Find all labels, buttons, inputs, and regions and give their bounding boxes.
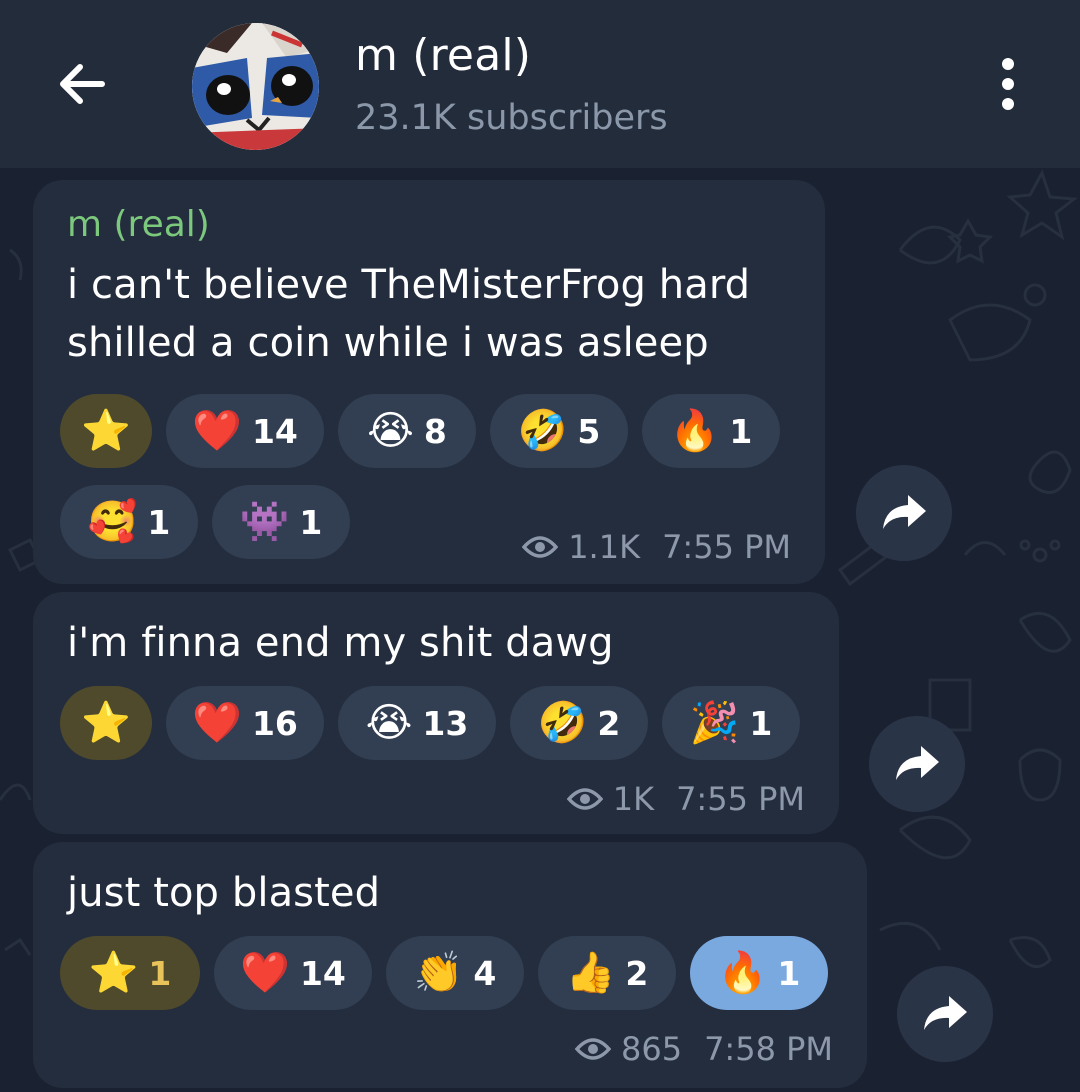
reaction-rofl[interactable]: 🤣 5 [490, 394, 628, 468]
channel-title[interactable]: m (real) [355, 30, 531, 81]
fire-icon: 🔥 [669, 408, 720, 454]
reaction-count: 1 [299, 502, 323, 542]
smiling-hearts-icon: 🥰 [87, 499, 138, 545]
reaction-crying[interactable]: 😭 13 [338, 686, 496, 760]
party-popper-icon: 🎉 [689, 700, 740, 746]
reaction-count: 13 [422, 703, 469, 743]
message-text: i can't believe TheMisterFrog hard shill… [67, 256, 750, 372]
reaction-count: 1 [777, 953, 801, 993]
reaction-star[interactable]: ⭐ [60, 686, 152, 760]
heart-icon: ❤️ [192, 408, 242, 454]
reaction-crying[interactable]: 😭 8 [338, 394, 476, 468]
rofl-face-icon: 🤣 [537, 700, 588, 746]
reaction-smiling-hearts[interactable]: 🥰 1 [60, 485, 198, 559]
view-count: 865 [620, 1030, 683, 1068]
view-count: 1.1K [568, 528, 641, 566]
reaction-count: 4 [473, 953, 497, 993]
reaction-count: 16 [251, 703, 298, 743]
message-text-line: i can't believe TheMisterFrog hard [67, 262, 751, 308]
forward-button[interactable] [856, 465, 952, 561]
message-bubble[interactable]: just top blasted ⭐ 1 ❤️ 14 👏 4 👍 2 🔥 1 8… [33, 842, 867, 1088]
reaction-count: 1 [148, 953, 172, 993]
alien-monster-icon: 👾 [239, 499, 290, 545]
reaction-star[interactable]: ⭐ 1 [60, 936, 200, 1010]
view-count: 1K [612, 780, 655, 818]
eye-icon [566, 788, 603, 810]
message-text: just top blasted [67, 864, 380, 922]
reaction-count: 2 [597, 703, 621, 743]
reaction-count: 14 [251, 411, 298, 451]
reaction-count: 14 [299, 953, 346, 993]
reaction-alien-monster[interactable]: 👾 1 [212, 485, 350, 559]
message-time: 7:55 PM [676, 780, 805, 818]
message-text-line: i'm finna end my shit dawg [67, 620, 614, 666]
star-icon: ⭐ [81, 700, 131, 746]
subscriber-count: 23.1K subscribers [355, 98, 668, 138]
eye-icon [574, 1038, 611, 1060]
message-time: 7:58 PM [704, 1030, 833, 1068]
reaction-star[interactable]: ⭐ [60, 394, 152, 468]
reaction-clap[interactable]: 👏 4 [386, 936, 524, 1010]
crying-face-icon: 😭 [365, 700, 413, 746]
reaction-count: 2 [625, 953, 649, 993]
forward-button[interactable] [897, 966, 993, 1062]
message-text: i'm finna end my shit dawg [67, 614, 614, 672]
reaction-fire[interactable]: 🔥 1 [642, 394, 780, 468]
thumbs-up-icon: 👍 [565, 950, 616, 996]
channel-header: m (real) 23.1K subscribers [0, 0, 1080, 168]
reaction-party[interactable]: 🎉 1 [662, 686, 800, 760]
reaction-heart[interactable]: ❤️ 14 [214, 936, 372, 1010]
forward-arrow-icon [883, 495, 926, 529]
more-vertical-icon [1002, 58, 1014, 110]
avatar-image [192, 23, 319, 150]
message-time: 7:55 PM [662, 528, 791, 566]
message-bubble[interactable]: i'm finna end my shit dawg ⭐ ❤️ 16 😭 13 … [33, 592, 839, 834]
message-meta: 865 7:58 PM [574, 1030, 833, 1068]
back-button[interactable] [52, 52, 116, 116]
more-menu-button[interactable] [986, 52, 1030, 116]
message-text-line: shilled a coin while i was asleep [67, 320, 709, 366]
reaction-count: 1 [729, 411, 753, 451]
message-meta: 1K 7:55 PM [566, 780, 805, 818]
channel-avatar[interactable] [192, 23, 319, 150]
reaction-count: 1 [749, 703, 773, 743]
reaction-count: 1 [147, 502, 171, 542]
heart-icon: ❤️ [240, 950, 290, 996]
message-meta: 1.1K 7:55 PM [522, 528, 791, 566]
message-text-line: just top blasted [67, 870, 381, 916]
star-icon: ⭐ [81, 408, 131, 454]
fire-icon: 🔥 [717, 950, 768, 996]
forward-arrow-icon [896, 746, 939, 780]
reaction-count: 5 [577, 411, 601, 451]
heart-icon: ❤️ [192, 700, 242, 746]
crying-face-icon: 😭 [367, 408, 414, 454]
reaction-fire-selected[interactable]: 🔥 1 [690, 936, 828, 1010]
reaction-thumbs-up[interactable]: 👍 2 [538, 936, 676, 1010]
back-arrow-icon [60, 64, 105, 104]
message-sender[interactable]: m (real) [67, 204, 210, 245]
reaction-rofl[interactable]: 🤣 2 [510, 686, 648, 760]
forward-arrow-icon [924, 996, 967, 1030]
reaction-heart[interactable]: ❤️ 14 [166, 394, 324, 468]
forward-button[interactable] [869, 716, 965, 812]
eye-icon [522, 536, 559, 558]
message-bubble[interactable]: m (real) i can't believe TheMisterFrog h… [33, 180, 825, 584]
rofl-face-icon: 🤣 [517, 408, 568, 454]
reaction-count: 8 [423, 411, 447, 451]
clapping-hands-icon: 👏 [413, 950, 464, 996]
star-icon: ⭐ [88, 950, 139, 996]
reaction-heart[interactable]: ❤️ 16 [166, 686, 324, 760]
